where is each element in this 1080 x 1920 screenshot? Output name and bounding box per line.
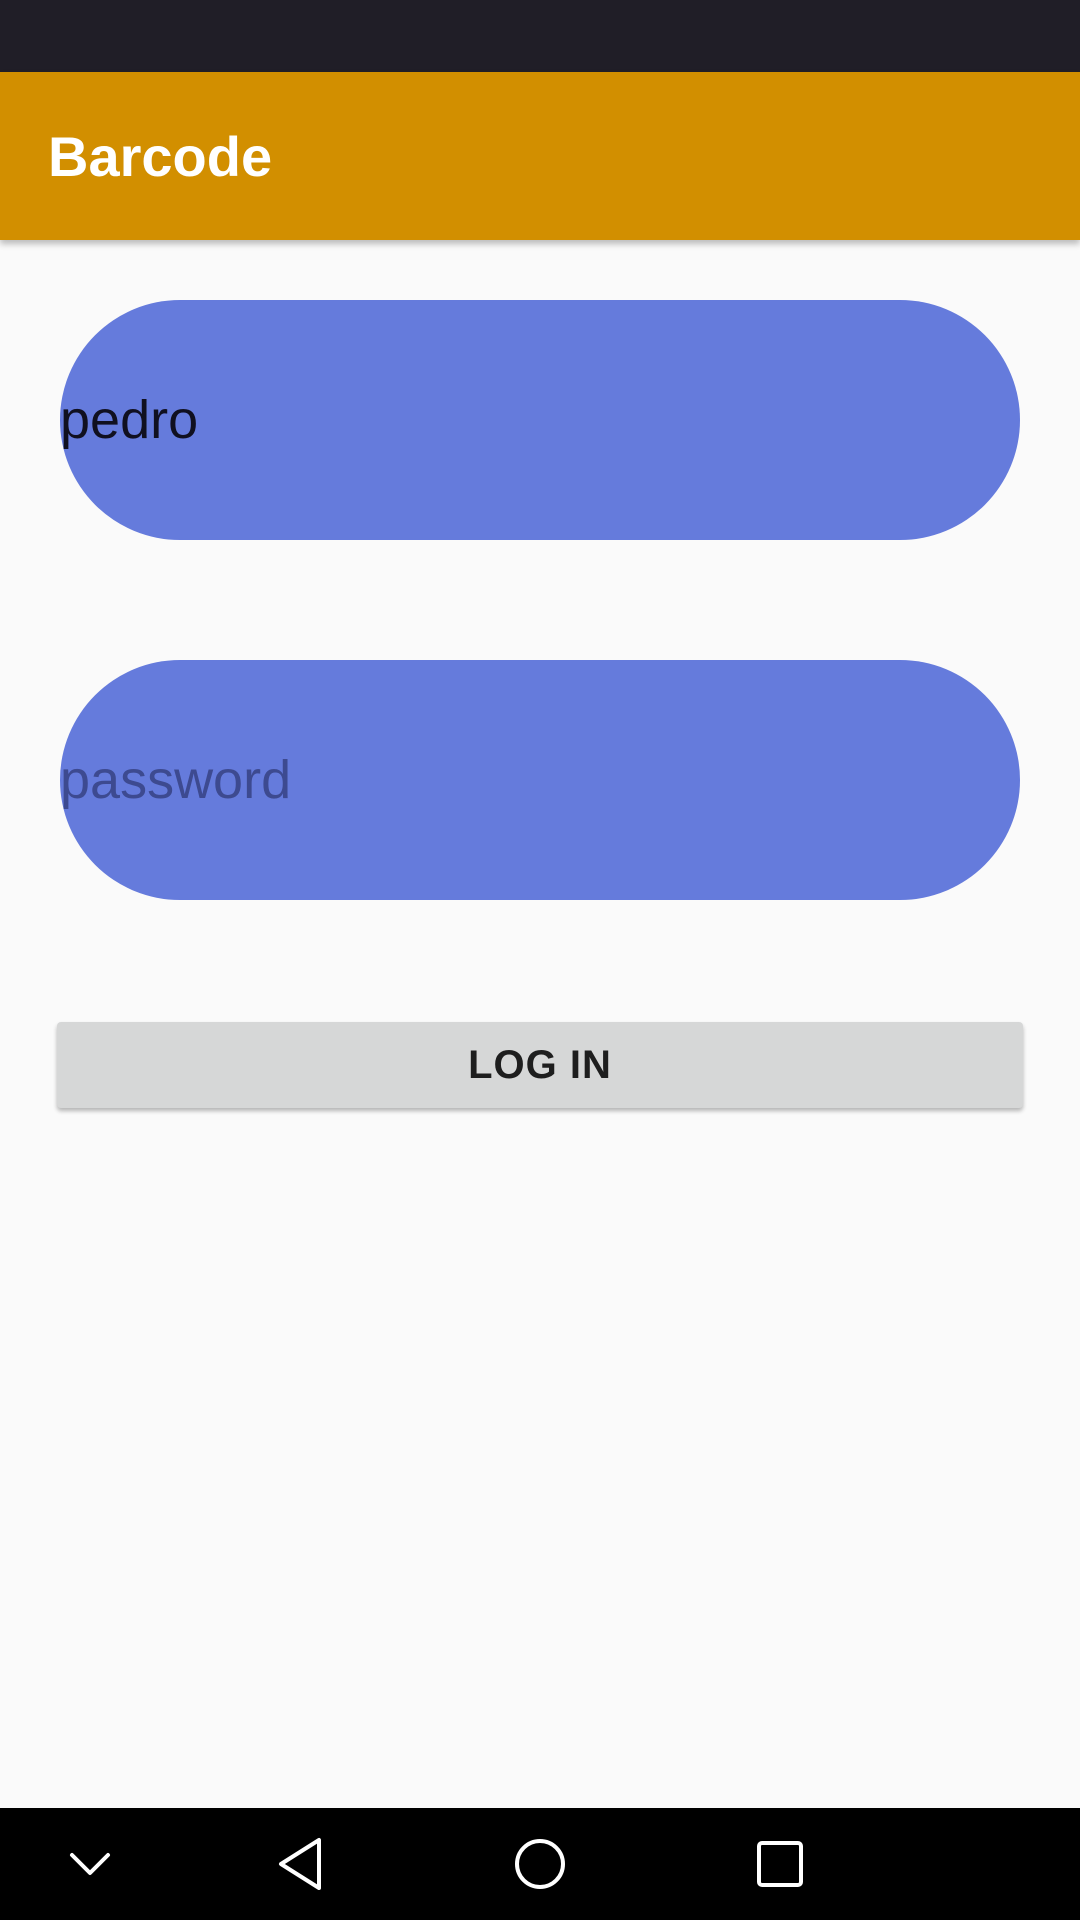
back-icon [279,1838,321,1890]
home-icon [515,1839,565,1889]
nav-hide-keyboard-button[interactable] [30,1808,150,1920]
username-field[interactable] [60,300,1020,540]
chevron-down-icon [70,1853,110,1875]
app-title: Barcode [48,124,273,188]
status-bar [0,0,1080,72]
username-input[interactable] [60,300,1020,540]
navigation-bar [0,1808,1080,1920]
recents-icon [757,1841,803,1887]
login-button[interactable]: LOG IN [57,1022,1023,1108]
nav-home-button[interactable] [480,1808,600,1920]
password-field[interactable] [60,660,1020,900]
nav-back-button[interactable] [240,1808,360,1920]
screen: Barcode LOG IN [0,0,1080,1920]
password-input[interactable] [60,660,1020,900]
nav-recents-button[interactable] [720,1808,840,1920]
app-bar: Barcode [0,72,1080,240]
